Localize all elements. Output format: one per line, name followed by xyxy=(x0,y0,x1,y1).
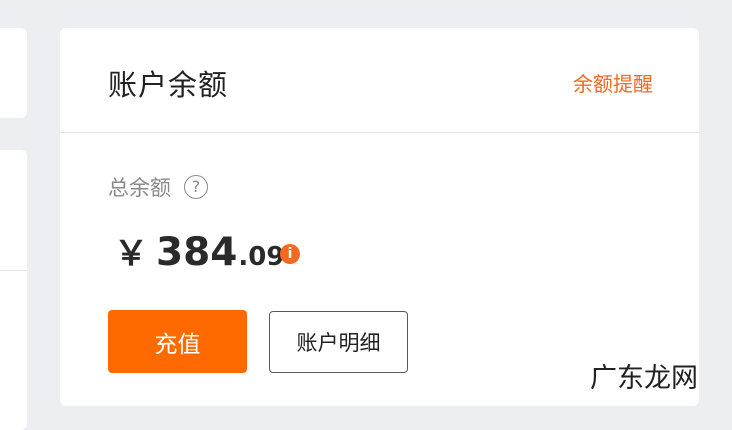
watermark-text: 广东龙网 xyxy=(590,356,698,395)
left-panel-card-bottom xyxy=(0,150,27,430)
info-icon[interactable]: i xyxy=(280,244,300,264)
amount-integer: 384 xyxy=(156,230,237,275)
balance-amount: ￥ 384 .09 xyxy=(114,226,284,275)
recharge-button[interactable]: 充值 xyxy=(108,310,247,373)
total-balance-label-row: 总余额 ? xyxy=(108,172,208,202)
amount-decimal: .09 xyxy=(238,242,284,272)
account-details-button[interactable]: 账户明细 xyxy=(269,311,408,373)
currency-symbol: ￥ xyxy=(114,226,148,275)
help-circle-icon[interactable]: ? xyxy=(184,175,208,199)
account-balance-card: 账户余额 余额提醒 总余额 ? ￥ 384 .09 i 充值 账户明细 xyxy=(60,28,699,406)
card-title: 账户余额 xyxy=(108,62,228,104)
left-panel-card-top xyxy=(0,28,27,118)
left-panel-divider xyxy=(0,270,27,271)
balance-alert-link[interactable]: 余额提醒 xyxy=(573,68,653,97)
card-header: 账户余额 余额提醒 xyxy=(60,28,699,133)
total-balance-label: 总余额 xyxy=(108,172,171,202)
